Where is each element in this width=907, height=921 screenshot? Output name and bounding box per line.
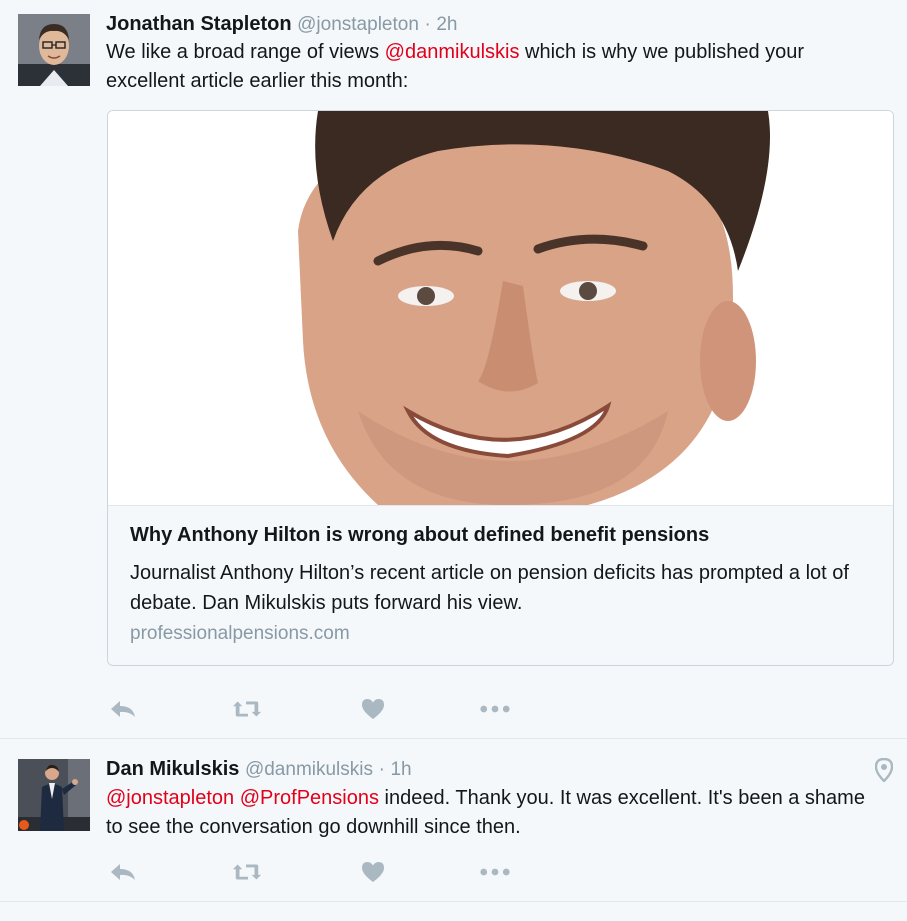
avatar[interactable] [18,759,90,831]
link-card[interactable]: Why Anthony Hilton is wrong about define… [107,110,894,666]
tweet-text-pre: We like a broad range of views [106,41,385,63]
retweet-icon[interactable] [232,860,262,884]
reply-icon[interactable] [108,860,138,884]
author-name[interactable]: Jonathan Stapleton [106,13,292,35]
tweet-header: Dan Mikulskis @danmikulskis · 1h [106,758,412,781]
separator: · [378,759,385,780]
retweet-icon[interactable] [232,697,262,721]
tweet-text: We like a broad range of views @danmikul… [106,38,886,96]
card-description: Journalist Anthony Hilton’s recent artic… [130,562,849,614]
mention-link[interactable]: @danmikulskis [385,41,520,63]
tweet-header: Jonathan Stapleton @jonstapleton · 2h [106,13,458,36]
timestamp[interactable]: 2h [436,14,457,35]
like-icon[interactable] [358,860,388,884]
reply-icon[interactable] [108,697,138,721]
card-image[interactable] [108,111,893,506]
more-icon[interactable] [480,697,510,721]
tweet-text: @jonstapleton @ProfPensions indeed. Than… [106,784,886,842]
mention-link[interactable]: @jonstapleton [106,787,234,809]
separator: · [424,14,431,35]
more-icon[interactable] [480,860,510,884]
tweet[interactable]: Jonathan Stapleton @jonstapleton · 2h We… [0,0,907,739]
card-title[interactable]: Why Anthony Hilton is wrong about define… [130,524,709,547]
card-domain[interactable]: professionalpensions.com [130,623,350,645]
timestamp[interactable]: 1h [390,759,411,780]
like-icon[interactable] [358,697,388,721]
location-pin-icon[interactable] [874,757,894,787]
author-handle[interactable]: @jonstapleton [297,14,419,35]
mention-link[interactable]: @ProfPensions [240,787,379,809]
avatar[interactable] [18,14,90,86]
author-name[interactable]: Dan Mikulskis [106,758,239,780]
author-handle[interactable]: @danmikulskis [245,759,373,780]
tweet[interactable]: Dan Mikulskis @danmikulskis · 1h @jonsta… [0,739,907,902]
